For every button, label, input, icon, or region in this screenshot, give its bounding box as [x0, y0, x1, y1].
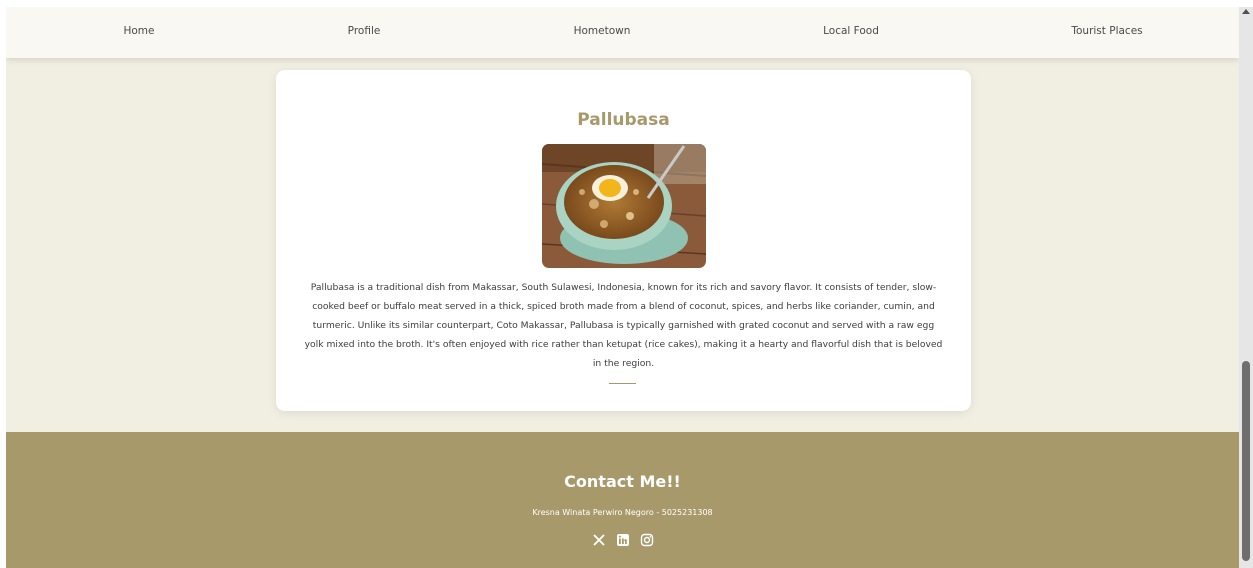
social-links	[592, 533, 654, 547]
x-icon[interactable]	[592, 533, 606, 547]
nav-hometown-link[interactable]: Hometown	[574, 25, 631, 37]
food-card: Pallubasa Pallubasa is a traditional dis…	[276, 70, 971, 411]
food-image	[542, 144, 706, 268]
footer-contact-info: Kresna Winata Perwiro Negoro - 502523130…	[532, 508, 713, 517]
vertical-scrollbar[interactable]	[1239, 7, 1253, 568]
food-title: Pallubasa	[577, 110, 670, 130]
nav-tourist-places-link[interactable]: Tourist Places	[1071, 25, 1142, 37]
scrollbar-thumb[interactable]	[1242, 361, 1250, 561]
food-description: Pallubasa is a traditional dish from Mak…	[304, 282, 943, 369]
card-divider	[609, 383, 636, 384]
instagram-icon[interactable]	[640, 533, 654, 547]
nav-local-food-link[interactable]: Local Food	[823, 25, 879, 37]
pallubasa-photo-image	[542, 144, 706, 268]
linkedin-icon[interactable]	[616, 533, 630, 547]
scroll-up-arrow-icon[interactable]	[1242, 9, 1250, 14]
nav-home-link[interactable]: Home	[123, 25, 154, 37]
nav-profile-link[interactable]: Profile	[348, 25, 381, 37]
footer: Contact Me!! Kresna Winata Perwiro Negor…	[6, 432, 1239, 568]
navbar: Home Profile Hometown Local Food Tourist…	[6, 7, 1239, 58]
footer-title: Contact Me!!	[564, 472, 681, 491]
page-viewport: Home Profile Hometown Local Food Tourist…	[6, 7, 1239, 568]
